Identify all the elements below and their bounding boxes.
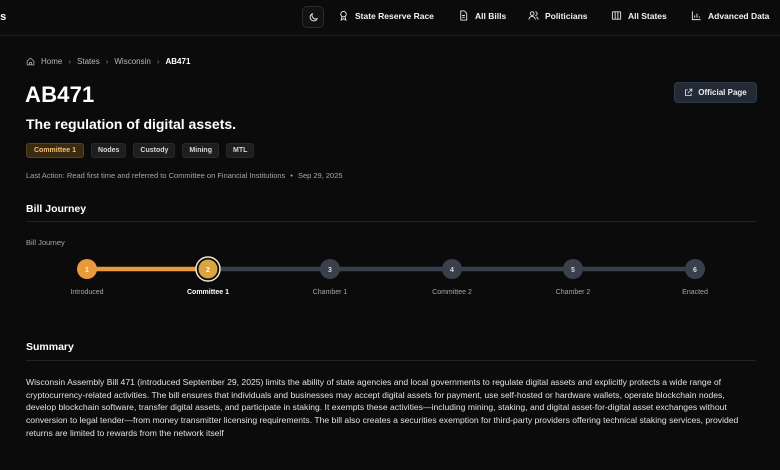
journey-step-label: Committee 1 <box>187 289 229 296</box>
nav-advanced-data[interactable]: Advanced Data <box>691 10 769 21</box>
last-action: Last Action: Read first time and referre… <box>26 171 343 180</box>
journey-step-label: Committee 2 <box>432 289 472 296</box>
moon-icon <box>309 12 318 21</box>
journey-step-number: 1 <box>85 267 89 274</box>
people-icon <box>528 11 539 20</box>
bill-journey-tracker: 1 Introduced 2 Committee 1 3 Chamber 1 4 Commit… <box>70 256 708 296</box>
nav-all-bills[interactable]: All Bills <box>458 10 506 21</box>
topic-tag[interactable]: Nodes <box>91 143 127 158</box>
nav-all-states[interactable]: All States <box>611 10 667 21</box>
journey-step-label: Introduced <box>70 289 103 296</box>
journey-step-label: Enacted <box>682 289 708 296</box>
journey-step-number: 6 <box>693 267 697 274</box>
nav-state-reserve-race[interactable]: State Reserve Race <box>338 10 434 21</box>
topic-tag[interactable]: Custody <box>133 143 176 158</box>
journey-label: Bill Journey <box>26 238 65 247</box>
topic-tag[interactable]: MTL <box>225 143 255 158</box>
bullet-separator: • <box>290 171 293 180</box>
nav-label: Advanced Data <box>708 10 770 21</box>
nav-label: State Reserve Race <box>355 10 434 21</box>
divider <box>26 360 756 361</box>
topic-tag[interactable]: Mining <box>182 143 219 158</box>
breadcrumb: Home › States › Wisconsin › AB471 <box>26 57 190 66</box>
external-link-icon <box>685 88 693 96</box>
bill-tags: Committee 1 Nodes Custody Mining MTL <box>26 143 255 158</box>
journey-step-number: 4 <box>450 267 454 274</box>
nav-label: All Bills <box>475 10 507 21</box>
journey-step-number: 5 <box>571 267 575 274</box>
last-action-text: Last Action: Read first time and referre… <box>26 171 286 180</box>
top-navigation: vs State Reserve Race All Bills Politici… <box>0 0 780 36</box>
journey-step-number: 2 <box>206 267 210 274</box>
home-icon[interactable] <box>26 57 35 66</box>
nav-label: All States <box>628 10 667 21</box>
summary-text: Wisconsin Assembly Bill 471 (introduced … <box>26 377 739 438</box>
divider <box>26 221 756 222</box>
breadcrumb-home[interactable]: Home <box>41 57 62 66</box>
chevron-right-icon: › <box>68 57 72 66</box>
chevron-right-icon: › <box>105 57 109 66</box>
last-action-date: Sep 29, 2025 <box>297 171 343 180</box>
nav-politicians[interactable]: Politicians <box>528 10 588 21</box>
bill-journey-heading: Bill Journey <box>26 203 87 215</box>
page-title: AB471 <box>25 82 95 107</box>
theme-toggle-button[interactable] <box>302 6 324 28</box>
bill-title: The regulation of digital assets. <box>26 116 237 132</box>
official-page-label: Official Page <box>698 88 747 97</box>
map-icon <box>611 11 622 20</box>
official-page-button[interactable]: Official Page <box>674 82 757 103</box>
breadcrumb-states[interactable]: States <box>77 57 100 66</box>
nav-label: Politicians <box>545 10 588 21</box>
journey-step-label: Chamber 1 <box>313 289 348 296</box>
brand-logo[interactable]: vs <box>0 11 6 23</box>
seal-icon <box>340 10 347 21</box>
journey-step-label: Chamber 2 <box>556 289 591 296</box>
breadcrumb-state[interactable]: Wisconsin <box>114 57 150 66</box>
document-icon <box>460 10 468 21</box>
status-badge: Committee 1 <box>26 143 85 158</box>
breadcrumb-current: AB471 <box>165 57 191 66</box>
journey-step-number: 3 <box>328 267 332 274</box>
bar-chart-icon <box>691 11 701 21</box>
summary-heading: Summary <box>26 341 74 353</box>
chevron-right-icon: › <box>156 57 160 66</box>
